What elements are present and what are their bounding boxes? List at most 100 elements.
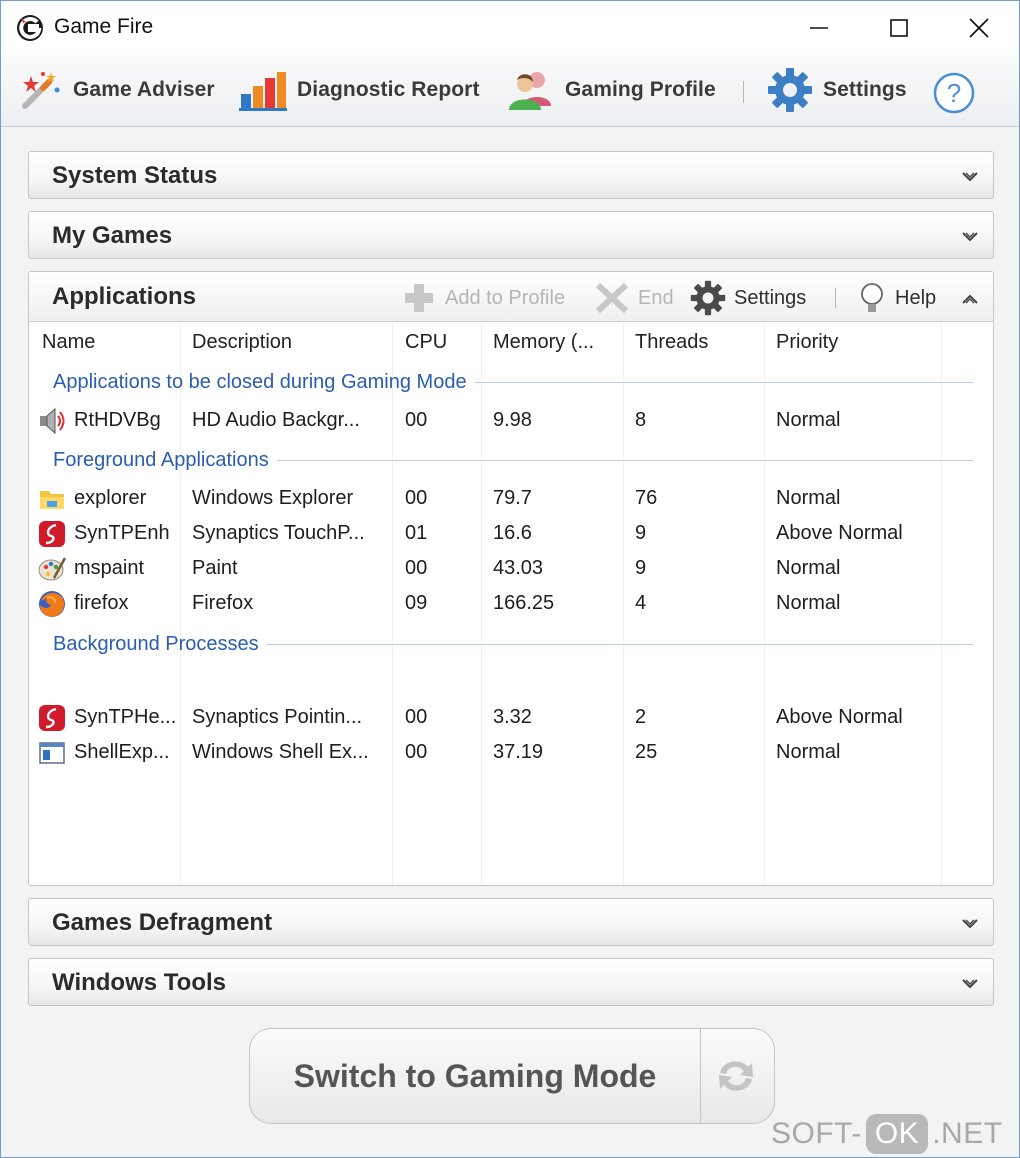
applications-table: Name Description CPU Memory (... Threads… [29, 323, 993, 885]
process-description: HD Audio Backgr... [192, 409, 360, 431]
lightbulb-icon [861, 283, 883, 312]
process-description: Synaptics Pointin... [192, 706, 363, 728]
diagnostic-report-button[interactable]: Diagnostic Report [239, 67, 480, 113]
folder-icon [40, 491, 64, 509]
table-row[interactable]: ShellExp... Windows Shell Ex... 00 37.19… [29, 736, 993, 770]
table-row[interactable]: mspaint Paint 00 43.03 9 Normal [29, 552, 993, 586]
system-status-header[interactable]: System Status [29, 152, 993, 200]
process-threads: 9 [635, 522, 647, 544]
process-priority: Normal [776, 741, 841, 763]
my-games-panel[interactable]: My Games [28, 211, 994, 259]
app-help-button[interactable]: Help [857, 282, 936, 314]
process-threads: 76 [635, 487, 658, 509]
column-header-description[interactable]: Description [192, 331, 292, 354]
group-title: Foreground Applications [53, 449, 269, 471]
process-name: RtHDVBg [74, 409, 161, 431]
process-name: SynTPEnh [74, 522, 170, 544]
process-cpu: 09 [405, 592, 428, 614]
refresh-icon[interactable] [706, 1051, 766, 1101]
window-title: Game Fire [54, 15, 154, 38]
process-priority: Normal [776, 557, 841, 579]
table-row[interactable]: RtHDVBg HD Audio Backgr... 00 9.98 8 Nor… [29, 404, 993, 438]
firefox-icon [39, 591, 65, 617]
chevron-down-icon[interactable] [961, 168, 979, 186]
synaptics-icon [39, 521, 65, 547]
process-threads: 25 [635, 741, 658, 763]
settings-button[interactable]: Settings [767, 67, 907, 113]
process-cpu: 00 [405, 706, 428, 728]
main-toolbar: Game Adviser Diagnostic Report Gaming Pr… [1, 55, 1019, 127]
process-memory: 43.03 [493, 557, 544, 579]
windows-tools-panel[interactable]: Windows Tools [28, 958, 994, 1006]
speaker-icon [40, 407, 65, 435]
gaming-profile-button[interactable]: Gaming Profile [507, 67, 716, 113]
process-threads: 4 [635, 592, 647, 614]
process-description: Firefox [192, 592, 254, 614]
my-games-header[interactable]: My Games [29, 212, 993, 260]
add-to-profile-button[interactable]: Add to Profile [401, 282, 565, 314]
process-priority: Above Normal [776, 706, 903, 728]
watermark-right: .NET [932, 1117, 1003, 1150]
watermark-mid: OK [865, 1114, 929, 1154]
table-row[interactable]: firefox Firefox 09 166.25 4 Normal [29, 587, 993, 621]
gaming-profile-label: Gaming Profile [565, 78, 716, 101]
game-adviser-label: Game Adviser [73, 78, 215, 101]
windows-tools-header[interactable]: Windows Tools [29, 959, 993, 1007]
column-header-name[interactable]: Name [42, 331, 95, 354]
process-description: Windows Explorer [192, 487, 354, 509]
watermark-left: SOFT- [771, 1117, 862, 1150]
system-status-panel[interactable]: System Status [28, 151, 994, 199]
table-row[interactable]: explorer Windows Explorer 00 79.7 76 Nor… [29, 482, 993, 516]
svg-text:?: ? [947, 78, 961, 108]
chevron-down-icon[interactable] [961, 228, 979, 246]
help-icon[interactable]: ? [932, 71, 976, 115]
process-cpu: 00 [405, 487, 428, 509]
process-memory: 166.25 [493, 592, 555, 614]
process-cpu: 00 [405, 557, 428, 579]
switch-gaming-mode-button[interactable]: Switch to Gaming Mode [249, 1028, 775, 1124]
end-button[interactable]: End [594, 282, 674, 314]
process-name: SynTPHe... [74, 706, 177, 728]
watermark: SOFT- OK .NET [771, 1113, 1003, 1155]
game-adviser-button[interactable]: Game Adviser [17, 67, 215, 113]
column-header-cpu[interactable]: CPU [405, 331, 447, 354]
chevron-down-icon[interactable] [961, 915, 979, 933]
process-threads: 2 [635, 706, 647, 728]
process-priority: Above Normal [776, 522, 903, 544]
app-settings-label: Settings [734, 286, 807, 309]
process-cpu: 00 [405, 741, 428, 763]
table-row[interactable]: SynTPHe... Synaptics Pointin... 00 3.32 … [29, 701, 993, 735]
column-header-priority[interactable]: Priority [776, 331, 838, 354]
applications-header[interactable]: Applications Add to Profile End Settings… [29, 272, 993, 322]
system-status-title: System Status [52, 162, 218, 189]
app-settings-button[interactable]: Settings [690, 280, 807, 316]
group-title: Background Processes [53, 633, 259, 655]
process-threads: 9 [635, 557, 647, 579]
column-header-memory[interactable]: Memory (... [493, 331, 594, 354]
chevron-up-icon[interactable] [961, 290, 979, 308]
diagnostic-report-label: Diagnostic Report [297, 78, 480, 101]
paint-icon [38, 557, 67, 581]
games-defragment-header[interactable]: Games Defragment [29, 899, 993, 947]
process-cpu: 00 [405, 409, 428, 431]
process-priority: Normal [776, 487, 841, 509]
chevron-down-icon[interactable] [961, 975, 979, 993]
table-row[interactable]: SynTPEnh Synaptics TouchP... 01 16.6 9 A… [29, 517, 993, 551]
add-to-profile-label: Add to Profile [445, 286, 566, 309]
column-header-threads[interactable]: Threads [635, 331, 708, 354]
process-description: Paint [192, 557, 238, 579]
game-fire-logo-icon [17, 15, 43, 41]
process-description: Windows Shell Ex... [192, 741, 369, 763]
shell-icon [39, 742, 65, 764]
group-title: Applications to be closed during Gaming … [53, 371, 467, 393]
title-bar: Game Fire [1, 1, 1019, 55]
process-name: mspaint [74, 557, 145, 579]
process-threads: 8 [635, 409, 647, 431]
maximize-button[interactable] [859, 1, 939, 55]
minimize-button[interactable] [779, 1, 859, 55]
close-button[interactable] [939, 1, 1019, 55]
bar-chart-icon [239, 72, 287, 111]
games-defragment-panel[interactable]: Games Defragment [28, 898, 994, 946]
group-header: Foreground Applications [53, 449, 973, 472]
button-divider [700, 1029, 701, 1123]
